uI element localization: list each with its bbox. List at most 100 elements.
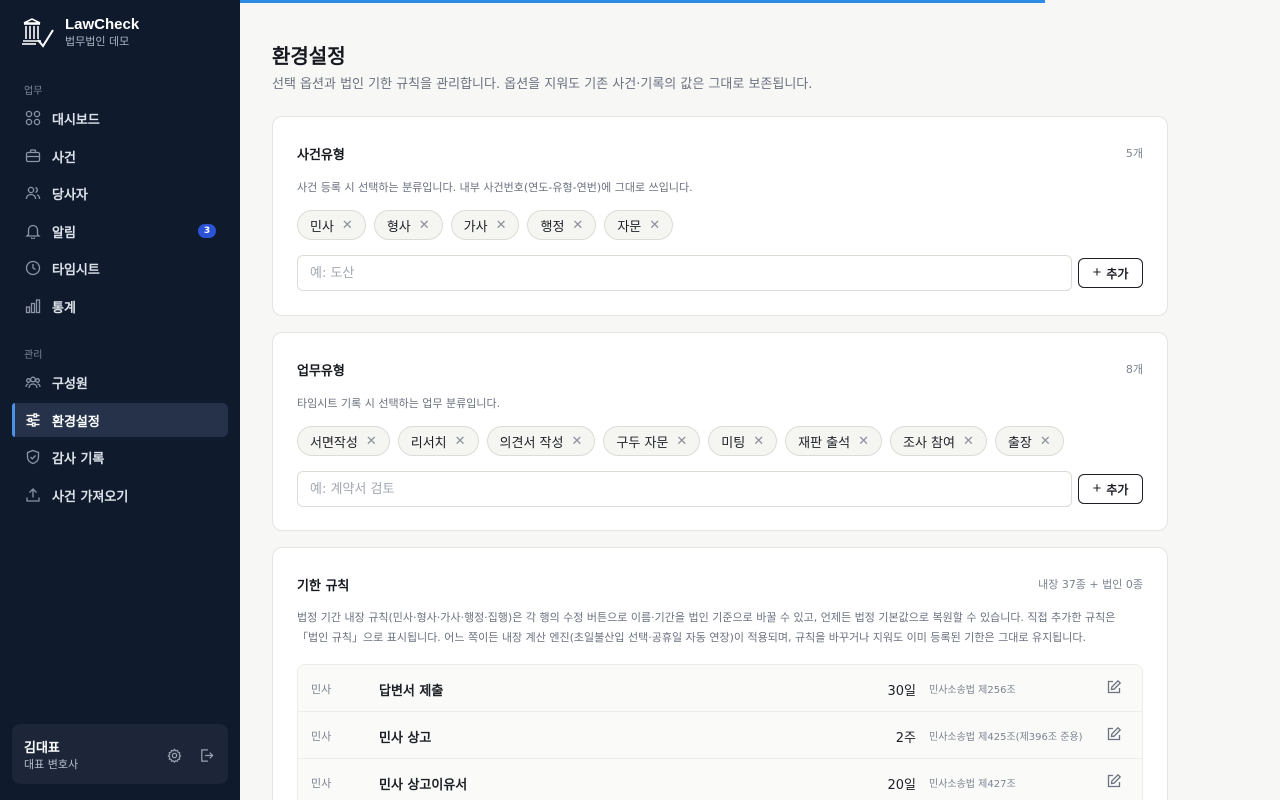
remove-chip-icon[interactable]: ✕ <box>649 218 660 233</box>
chip-label: 미팅 <box>721 435 746 451</box>
new-case-type-input[interactable] <box>297 255 1072 291</box>
option-chip: 민사 ✕ <box>297 210 366 240</box>
sidebar-item-cases[interactable]: 사건 <box>12 139 228 173</box>
page-title: 환경설정 <box>272 44 346 68</box>
card-description: 타임시트 기록 시 선택하는 업무 분류입니다. <box>297 397 501 410</box>
card-count: 내장 37종 + 법인 0종 <box>1038 578 1143 591</box>
sidebar-item-label: 구성원 <box>52 376 88 392</box>
sidebar-item-notifications[interactable]: 알림 3 <box>12 214 228 248</box>
brand[interactable]: LawCheck 법무법인 데모 <box>22 16 139 49</box>
user-name: 김대표 <box>24 741 60 756</box>
case-type-chips: 민사 ✕ 형사 ✕ 가사 ✕ 행정 ✕ 자문 ✕ <box>297 210 674 240</box>
table-row: 민사 민사 상고이유서 20일 민사소송법 제427조 <box>298 759 1142 800</box>
sidebar-item-members[interactable]: 구성원 <box>12 365 228 399</box>
remove-chip-icon[interactable]: ✕ <box>366 434 377 449</box>
card-description: 사건 등록 시 선택하는 분류입니다. 내부 사건번호(연도-유형-연번)에 그… <box>297 181 693 194</box>
shield-icon <box>24 448 42 466</box>
add-button-label: 추가 <box>1106 266 1129 281</box>
add-button-label: 추가 <box>1106 482 1129 497</box>
add-case-type-row: + 추가 <box>297 255 1143 291</box>
main-content: 환경설정 선택 옵션과 법인 기한 규칙을 관리합니다. 옵션을 지워도 기존 … <box>240 0 1280 800</box>
rule-category: 민사 <box>311 777 332 790</box>
add-work-type-row: + 추가 <box>297 471 1143 507</box>
page-description: 선택 옵션과 법인 기한 규칙을 관리합니다. 옵션을 지워도 기존 사건·기록… <box>272 77 813 92</box>
option-chip: 재판 출석 ✕ <box>785 426 882 456</box>
courthouse-check-logo-icon <box>22 17 54 48</box>
card-count: 5개 <box>1125 147 1143 160</box>
rule-period: 30일 <box>887 684 916 699</box>
edit-icon[interactable] <box>1106 773 1124 791</box>
brand-subtitle: 법무법인 데모 <box>65 35 130 48</box>
sidebar-item-label: 당사자 <box>52 187 88 203</box>
chip-label: 자문 <box>617 219 642 235</box>
users-icon <box>24 184 42 202</box>
brand-name: LawCheck <box>65 16 140 33</box>
gear-icon[interactable] <box>165 746 183 764</box>
sidebar-item-label: 알림 <box>52 225 76 241</box>
upload-icon <box>24 486 42 504</box>
add-case-type-button[interactable]: + 추가 <box>1078 258 1143 288</box>
sliders-icon <box>24 411 42 429</box>
chip-label: 구두 자문 <box>616 435 669 451</box>
rule-period: 20일 <box>887 778 916 793</box>
grid-icon <box>24 109 42 127</box>
sidebar-item-parties[interactable]: 당사자 <box>12 176 228 210</box>
option-chip: 행정 ✕ <box>527 210 597 240</box>
sidebar-item-label: 감사 기록 <box>52 451 105 467</box>
remove-chip-icon[interactable]: ✕ <box>496 218 507 233</box>
add-work-type-button[interactable]: + 추가 <box>1078 474 1143 504</box>
remove-chip-icon[interactable]: ✕ <box>342 218 353 233</box>
option-chip: 서면작성 ✕ <box>297 426 390 456</box>
sidebar: LawCheck 법무법인 데모 업무 대시보드 사건 당사자 알림 3 타임시… <box>0 0 240 800</box>
sidebar-item-dashboard[interactable]: 대시보드 <box>12 101 228 135</box>
description-line: 「법인 규칙」으로 표시됩니다. 어느 쪽이든 내장 계산 엔진(초일불산입 선… <box>297 631 1087 644</box>
remove-chip-icon[interactable]: ✕ <box>419 218 430 233</box>
clock-icon <box>24 259 42 277</box>
remove-chip-icon[interactable]: ✕ <box>571 434 582 449</box>
rule-category: 민사 <box>311 683 332 696</box>
sidebar-item-import-cases[interactable]: 사건 가져오기 <box>12 478 228 512</box>
sidebar-item-settings[interactable]: 환경설정 <box>12 403 228 437</box>
briefcase-icon <box>24 147 42 165</box>
edit-icon[interactable] <box>1106 679 1124 697</box>
option-chip: 구두 자문 ✕ <box>603 426 701 456</box>
sidebar-item-audit-log[interactable]: 감사 기록 <box>12 440 228 474</box>
sidebar-item-label: 타임시트 <box>52 262 100 278</box>
logout-icon[interactable] <box>197 746 215 764</box>
chip-label: 재판 출석 <box>798 435 851 451</box>
remove-chip-icon[interactable]: ✕ <box>572 218 583 233</box>
card-title: 기한 규칙 <box>297 579 350 594</box>
sidebar-item-timesheet[interactable]: 타임시트 <box>12 251 228 285</box>
nav-section-work: 업무 <box>24 86 43 97</box>
rule-name: 민사 상고이유서 <box>379 778 468 793</box>
sidebar-item-label: 사건 가져오기 <box>52 489 129 505</box>
rule-period: 2주 <box>895 731 916 746</box>
table-row: 민사 답변서 제출 30일 민사소송법 제256조 <box>298 665 1142 712</box>
remove-chip-icon[interactable]: ✕ <box>753 434 764 449</box>
rule-category: 민사 <box>311 730 332 743</box>
rule-law-reference: 민사소송법 제256조 <box>929 685 1016 696</box>
case-types-card: 사건유형 5개 사건 등록 시 선택하는 분류입니다. 내부 사건번호(연도-유… <box>272 116 1168 316</box>
remove-chip-icon[interactable]: ✕ <box>858 434 869 449</box>
remove-chip-icon[interactable]: ✕ <box>455 434 466 449</box>
chip-label: 민사 <box>310 219 334 235</box>
option-chip: 의견서 작성 ✕ <box>486 426 596 456</box>
new-work-type-input[interactable] <box>297 471 1072 507</box>
sidebar-item-statistics[interactable]: 통계 <box>12 289 228 323</box>
rule-name: 민사 상고 <box>379 731 432 746</box>
remove-chip-icon[interactable]: ✕ <box>1040 434 1051 449</box>
option-chip: 자문 ✕ <box>604 210 674 240</box>
option-chip: 형사 ✕ <box>373 210 443 240</box>
chip-label: 조사 참여 <box>903 435 955 451</box>
edit-icon[interactable] <box>1106 726 1124 744</box>
sidebar-item-label: 사건 <box>52 150 76 166</box>
remove-chip-icon[interactable]: ✕ <box>676 434 687 449</box>
option-chip: 가사 ✕ <box>450 210 520 240</box>
option-chip: 리서치 ✕ <box>397 426 479 456</box>
card-count: 8개 <box>1125 363 1143 376</box>
remove-chip-icon[interactable]: ✕ <box>963 434 974 449</box>
chip-label: 가사 <box>463 219 488 235</box>
chip-label: 출장 <box>1007 435 1032 451</box>
description-line: 법정 기간 내장 규칙(민사·형사·가사·행정·집행)은 각 행의 수정 버튼으… <box>297 611 1116 624</box>
rule-name: 답변서 제출 <box>379 684 444 699</box>
